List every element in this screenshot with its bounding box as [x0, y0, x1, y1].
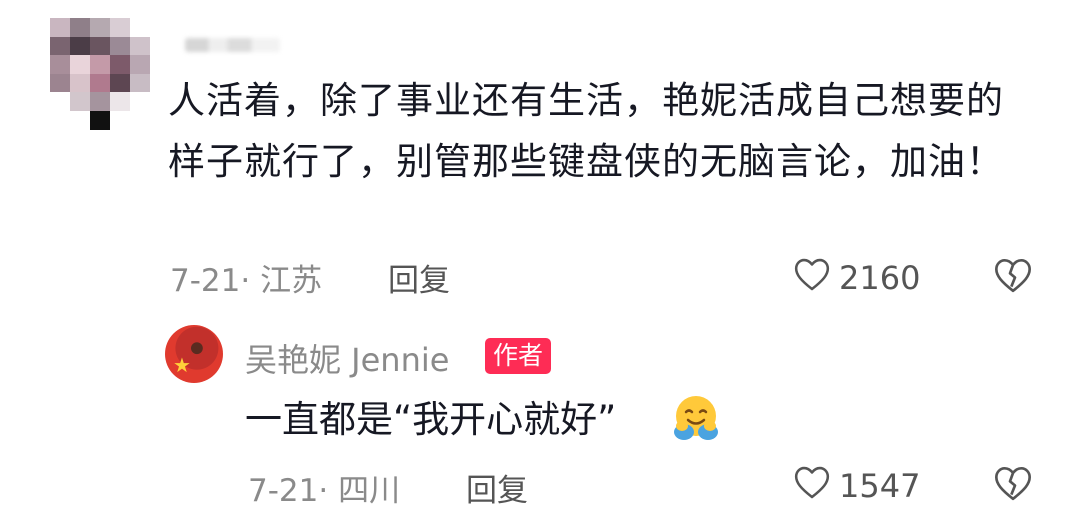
heart-outline-icon [793, 464, 831, 508]
comment-like-button[interactable]: 2160 [793, 256, 920, 300]
comment-date-location: 7-21· 江苏 [170, 263, 323, 299]
broken-heart-icon [993, 467, 1033, 506]
comment-dislike-button[interactable] [993, 256, 1033, 298]
broken-heart-icon [993, 259, 1033, 298]
author-name[interactable]: 吴艳妮 Jennie [245, 335, 449, 381]
comment-text: 人活着，除了事业还有生活，艳妮活成自己想要的样子就行了，别管那些键盘侠的无脑言论… [168, 79, 1004, 183]
heart-outline-icon [793, 256, 831, 300]
star-icon: ★ [173, 353, 191, 377]
comment-like-count: 2160 [839, 259, 921, 297]
reply-reply-button[interactable]: 回复 [466, 465, 528, 510]
reply-date-location: 7-21· 四川 [248, 473, 401, 509]
reply-like-button[interactable]: 1547 [793, 464, 920, 508]
comment-reply-button[interactable]: 回复 [388, 255, 450, 300]
commenter-name-blurred[interactable] [185, 38, 280, 52]
reply-like-count: 1547 [839, 467, 921, 505]
reply-dislike-button[interactable] [993, 464, 1033, 506]
commenter-avatar[interactable] [50, 18, 150, 130]
hugging-face-icon [668, 392, 724, 448]
author-avatar[interactable]: ★ [165, 325, 223, 383]
author-badge: 作者 [485, 338, 552, 374]
reply-text: 一直都是“我开心就好” [245, 398, 617, 441]
